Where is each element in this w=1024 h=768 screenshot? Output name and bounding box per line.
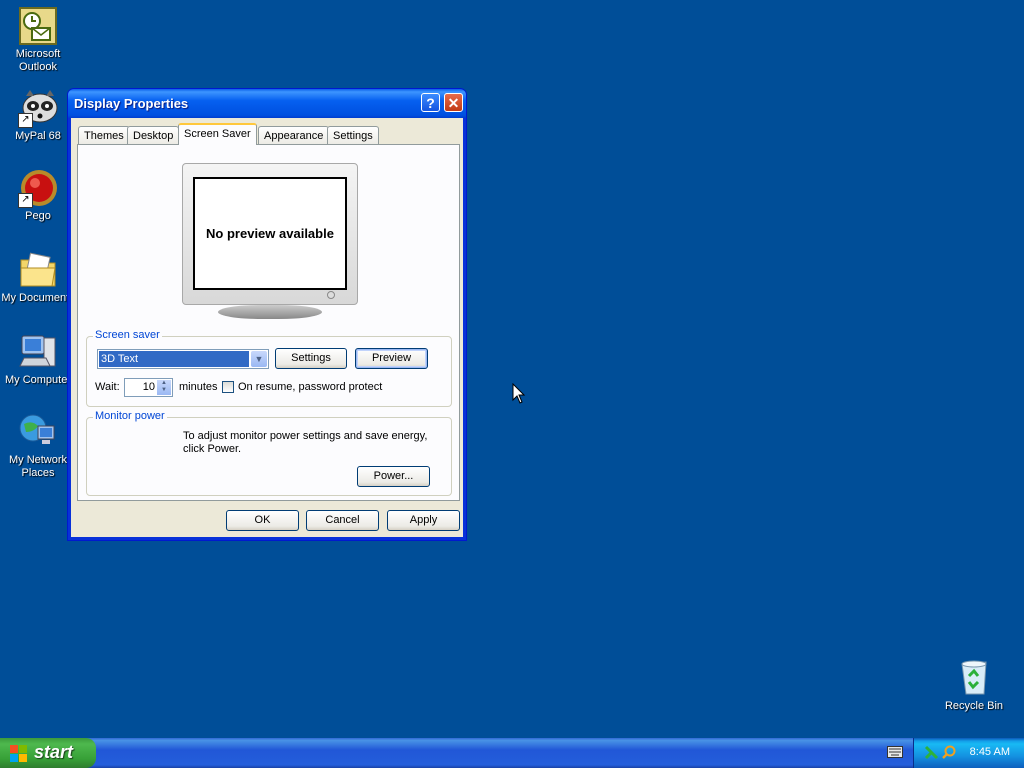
- tab-screen-saver[interactable]: Screen Saver: [178, 123, 257, 145]
- desktop-icon-label: My Network Places: [8, 454, 68, 479]
- mouse-cursor-icon: [512, 383, 526, 404]
- desktop-icon-network[interactable]: My Network Places: [0, 412, 76, 480]
- monitor-stand: [218, 305, 322, 319]
- network-status-icon[interactable]: [924, 745, 939, 760]
- taskbar-clock[interactable]: 8:45 AM: [970, 746, 1010, 758]
- red-ball-icon: ↗: [18, 168, 58, 208]
- start-label: start: [34, 742, 74, 762]
- search-icon[interactable]: [942, 745, 957, 760]
- shortcut-arrow-icon: ↗: [18, 193, 33, 208]
- window-title: Display Properties: [74, 96, 189, 111]
- outlook-icon: [18, 6, 58, 46]
- windows-flag-icon: [10, 745, 27, 762]
- preview-screen: No preview available: [193, 177, 347, 290]
- computer-icon: [18, 332, 58, 372]
- desktop-icon-recycle-bin[interactable]: Recycle Bin: [936, 658, 1012, 713]
- desktop-icon-label: Microsoft Outlook: [15, 48, 61, 73]
- desktop-icon-label: Pego: [25, 210, 51, 222]
- keyboard-language-icon[interactable]: [887, 746, 903, 758]
- folder-icon: [18, 250, 58, 290]
- title-bar[interactable]: Display Properties ? ✕: [68, 89, 466, 118]
- tab-themes[interactable]: Themes: [78, 126, 130, 144]
- shortcut-arrow-icon: ↗: [18, 113, 33, 128]
- monitor-power-group-label: Monitor power: [93, 410, 167, 422]
- screen-saver-panel: No preview available Screen saver 3D Tex…: [77, 144, 460, 501]
- spinner-arrows-icon[interactable]: ▲ ▼: [157, 380, 171, 395]
- monitor-preview: No preview available: [182, 163, 358, 305]
- screen-saver-group-label: Screen saver: [93, 329, 162, 341]
- password-protect-label[interactable]: On resume, password protect: [238, 381, 382, 393]
- desktop-icon-label: My Documents: [1, 292, 75, 304]
- preview-button[interactable]: Preview: [355, 348, 428, 369]
- monitor-power-led: [327, 291, 335, 299]
- monitor-power-description-1: To adjust monitor power settings and sav…: [183, 430, 428, 442]
- settings-button[interactable]: Settings: [275, 348, 347, 369]
- chevron-down-icon[interactable]: ▼: [251, 351, 267, 367]
- desktop-icon-label: MyPal 68: [15, 130, 61, 142]
- dialog-client-area: Themes Desktop Screen Saver Appearance S…: [71, 118, 463, 537]
- screen-saver-select[interactable]: 3D Text ▼: [97, 349, 269, 369]
- desktop-icon-mypal[interactable]: ↗ MyPal 68: [0, 88, 76, 143]
- wait-label: Wait:: [95, 381, 120, 393]
- desktop-icon-outlook[interactable]: Microsoft Outlook: [0, 6, 76, 74]
- help-button[interactable]: ?: [421, 93, 440, 112]
- screen-saver-group: Screen saver 3D Text ▼ Settings Preview …: [86, 329, 452, 407]
- raccoon-icon: ↗: [18, 88, 58, 128]
- start-button[interactable]: start: [0, 738, 96, 768]
- wait-minutes-spinner[interactable]: 10 ▲ ▼: [124, 378, 173, 397]
- cancel-button[interactable]: Cancel: [306, 510, 379, 531]
- system-tray: 8:45 AM: [913, 738, 1024, 768]
- monitor-power-description-2: click Power.: [183, 443, 242, 455]
- ok-button[interactable]: OK: [226, 510, 299, 531]
- monitor-power-group: Monitor power To adjust monitor power se…: [86, 410, 452, 496]
- tab-settings[interactable]: Settings: [327, 126, 379, 144]
- desktop-icon-pego[interactable]: ↗ Pego: [0, 168, 76, 223]
- apply-button[interactable]: Apply: [387, 510, 460, 531]
- minutes-label: minutes: [179, 381, 218, 393]
- desktop-icon-my-computer[interactable]: My Computer: [0, 332, 76, 387]
- display-properties-window: Display Properties ? ✕ Themes Desktop Sc…: [67, 88, 467, 541]
- password-protect-checkbox[interactable]: [222, 381, 234, 393]
- screen-saver-selected-value: 3D Text: [99, 351, 249, 367]
- wait-value: 10: [142, 381, 155, 393]
- close-button[interactable]: ✕: [444, 93, 463, 112]
- tab-appearance[interactable]: Appearance: [258, 126, 330, 144]
- power-button[interactable]: Power...: [357, 466, 430, 487]
- tab-desktop[interactable]: Desktop: [127, 126, 180, 144]
- desktop-icon-label: Recycle Bin: [944, 700, 1004, 712]
- taskbar: start 8:45 AM: [0, 738, 1024, 768]
- network-icon: [18, 412, 58, 452]
- recycle-bin-icon: [954, 658, 994, 698]
- desktop-icon-my-documents[interactable]: My Documents: [0, 250, 76, 305]
- desktop-icon-label: My Computer: [4, 374, 72, 386]
